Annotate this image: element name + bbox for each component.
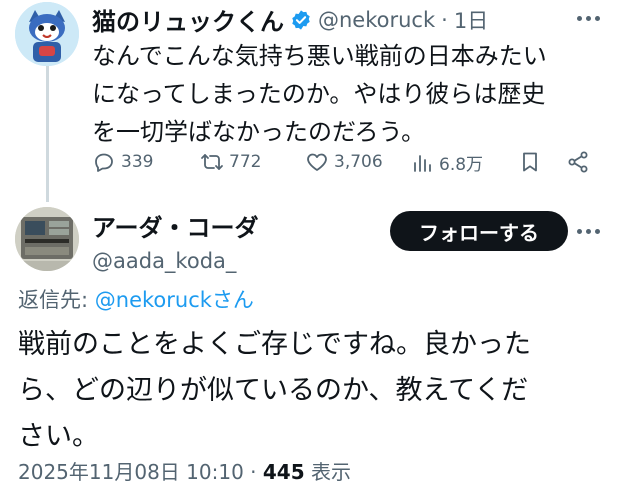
tweet-text-line: なんでこんな気持ち悪い戦前の日本みたい	[92, 42, 547, 70]
reply-body: 戦前のことをよくご存じですね。良かった ら、どの辺りが似ているのか、教えてくだ …	[18, 322, 613, 460]
timestamp[interactable]: 2025年11月08日 10:10	[18, 460, 244, 484]
reply-text-line: 戦前のことをよくご存じですね。良かった	[18, 329, 531, 360]
like-count: 3,706	[334, 152, 383, 172]
replying-to-handle-link[interactable]: @nekoruck	[95, 288, 212, 312]
more-options-icon[interactable]	[577, 229, 600, 234]
reply-header: アーダ・コーダ @aada_koda_	[92, 208, 259, 273]
replying-to-suffix: さん	[211, 288, 254, 312]
handle[interactable]: @nekoruck	[318, 8, 435, 32]
verified-badge-icon	[290, 9, 312, 31]
tweet-body: なんでこんな気持ち悪い戦前の日本みたい になってしまったのか。やはり彼らは歴史 …	[92, 37, 612, 151]
bookmark-icon	[523, 152, 537, 172]
reply-text-line: ら、どの辺りが似ているのか、教えてくだ	[18, 375, 529, 406]
reply-icon	[95, 153, 113, 172]
follow-button[interactable]: フォローする	[390, 211, 568, 251]
heart-icon	[307, 153, 327, 171]
analytics-icon	[414, 154, 431, 172]
bookmark-button[interactable]	[518, 150, 542, 174]
views-button[interactable]: 6.8万	[410, 150, 483, 175]
handle[interactable]: @aada_koda_	[92, 249, 259, 273]
view-count: 6.8万	[439, 155, 484, 175]
view-label: 表示	[310, 460, 351, 484]
avatar[interactable]	[15, 207, 79, 271]
share-button[interactable]	[566, 150, 590, 174]
device-photo-avatar-icon	[15, 207, 79, 271]
cat-backpack-avatar-icon	[15, 2, 79, 66]
separator-dot: ·	[441, 7, 448, 32]
replying-to: 返信先: @nekoruckさん	[18, 284, 254, 314]
like-button[interactable]: 3,706	[305, 150, 383, 174]
separator-dot: ·	[250, 460, 257, 484]
repost-button[interactable]: 772	[200, 150, 261, 174]
reply-count: 339	[121, 152, 154, 172]
tweet-text-line: を一切学ばなかったのだろう。	[92, 118, 426, 146]
reply-text-line: さい。	[18, 421, 99, 452]
thread-connector-line	[46, 64, 49, 202]
time-ago[interactable]: 1日	[454, 5, 488, 35]
repost-icon	[201, 154, 223, 170]
avatar[interactable]	[15, 2, 79, 66]
more-options-icon[interactable]	[577, 16, 600, 21]
repost-count: 772	[229, 152, 262, 172]
timestamp-row: 2025年11月08日 10:10 · 445 表示	[18, 456, 351, 485]
reply-button[interactable]: 339	[92, 150, 153, 174]
share-icon	[568, 151, 588, 173]
tweet-header: 猫のリュックくん @nekoruck · 1日	[92, 2, 488, 37]
display-name[interactable]: アーダ・コーダ	[92, 208, 259, 243]
display-name[interactable]: 猫のリュックくん	[92, 2, 284, 37]
replying-to-prefix: 返信先:	[18, 288, 95, 312]
view-count: 445	[262, 460, 305, 484]
tweet-text-line: になってしまったのか。やはり彼らは歴史	[92, 80, 546, 108]
